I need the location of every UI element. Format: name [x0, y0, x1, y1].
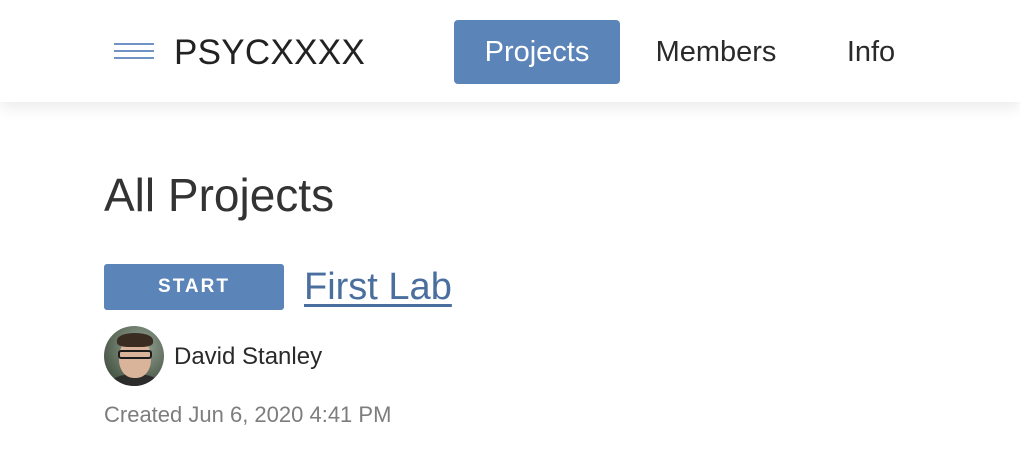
- page-title: All Projects: [104, 169, 335, 221]
- hamburger-menu-icon[interactable]: [112, 40, 156, 64]
- menu-line: [114, 50, 154, 52]
- project-created-date: Created Jun 6, 2020 4:41 PM: [104, 402, 392, 427]
- nav-tab-projects[interactable]: Projects: [454, 20, 620, 84]
- project-title-link[interactable]: First Lab: [304, 263, 452, 311]
- nav-tab-members[interactable]: Members: [636, 20, 796, 84]
- menu-line: [114, 43, 154, 45]
- top-bar: PSYCXXXX Projects Members Info: [0, 0, 1020, 102]
- avatar-hair: [117, 333, 153, 347]
- avatar-glasses: [118, 350, 152, 359]
- start-project-button[interactable]: START: [104, 264, 284, 310]
- app-title: PSYCXXXX: [174, 33, 366, 72]
- menu-line: [114, 57, 154, 59]
- avatar[interactable]: [104, 326, 164, 386]
- nav-tab-info[interactable]: Info: [824, 20, 918, 84]
- project-author: David Stanley: [174, 343, 323, 370]
